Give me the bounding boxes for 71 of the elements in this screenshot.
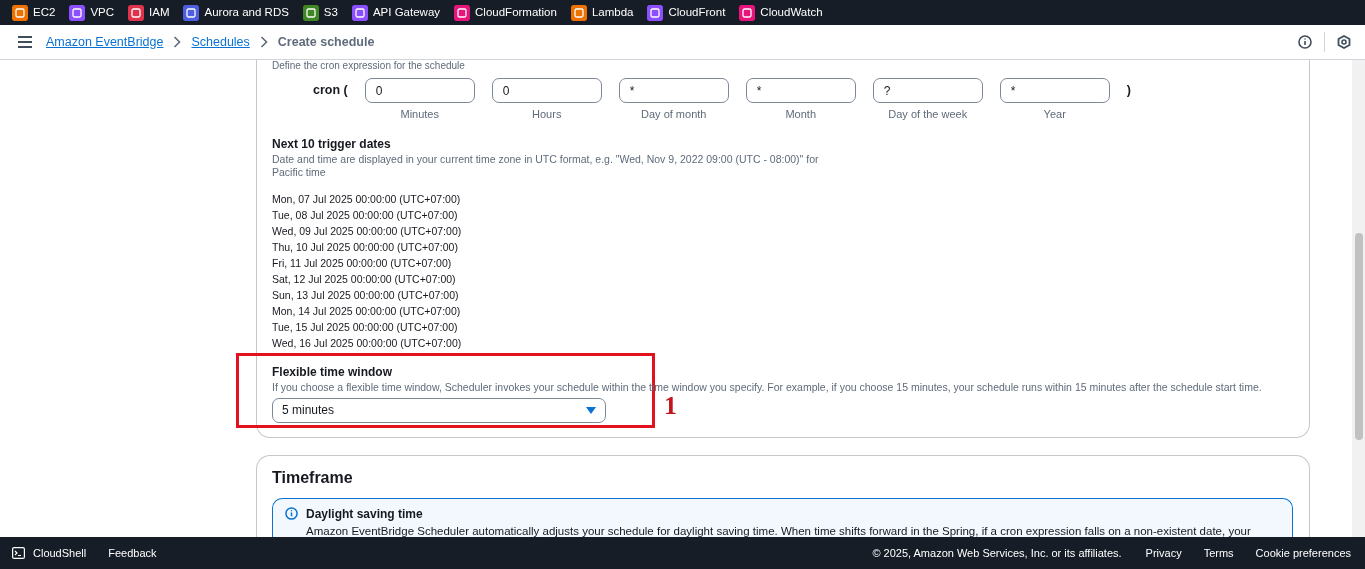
cron-field[interactable]: * xyxy=(618,78,729,103)
trigger-date: Sun, 13 Jul 2025 00:00:00 (UTC+07:00) xyxy=(272,287,460,303)
service-icon[interactable] xyxy=(454,4,471,21)
service-icon[interactable] xyxy=(183,4,200,21)
menu-icon[interactable] xyxy=(18,36,32,48)
info-icon[interactable] xyxy=(1298,35,1312,49)
cron-field[interactable]: 0 xyxy=(491,78,602,103)
service-link[interactable]: CloudFront xyxy=(668,3,726,22)
trigger-date: Wed, 16 Jul 2025 00:00:00 (UTC+07:00) xyxy=(272,335,463,351)
trigger-date: Thu, 10 Jul 2025 00:00:00 (UTC+07:00) xyxy=(272,239,459,255)
cron-field[interactable]: * xyxy=(745,78,856,103)
breadcrumb-current: Create schedule xyxy=(277,33,375,51)
service-link[interactable]: Lambda xyxy=(591,3,634,22)
service-icon[interactable] xyxy=(570,4,587,21)
footer-link[interactable]: Cookie preferences xyxy=(1255,544,1351,562)
section-title: Next 10 trigger dates xyxy=(272,135,392,153)
service-icon[interactable] xyxy=(302,4,319,21)
field-label: Minutes xyxy=(400,107,439,122)
service-link[interactable]: EC2 xyxy=(33,3,56,22)
copyright-text: © 2025, Amazon Web Services, Inc. or its affiliates. xyxy=(872,545,1122,561)
alert-title: Daylight saving time xyxy=(306,505,424,523)
cron-field[interactable]: * xyxy=(999,78,1110,103)
chevron-icon xyxy=(259,36,268,48)
settings-icon[interactable] xyxy=(1337,35,1351,49)
caret-icon xyxy=(586,406,596,414)
panel-title: Timeframe xyxy=(272,467,354,488)
info-icon xyxy=(285,506,298,520)
time-window-select[interactable]: 5 minutes xyxy=(272,397,606,423)
service-link[interactable]: S3 xyxy=(323,3,338,22)
breadcrumb-link[interactable]: Schedules xyxy=(191,32,250,52)
alert-text: Amazon EventBridge Scheduler automatically adjusts your schedule for daylight saving time. When time shifts forward in the Spring, if a cron expression falls on a non-existent date, your xyxy=(306,523,1251,537)
trigger-date: Tue, 15 Jul 2025 00:00:00 (UTC+07:00) xyxy=(272,319,459,335)
service-link[interactable]: CloudWatch xyxy=(760,3,823,22)
service-icon[interactable] xyxy=(128,4,145,21)
cron-field[interactable]: 0 xyxy=(364,78,475,103)
service-link[interactable]: API Gateway xyxy=(372,3,441,22)
field-label: Month xyxy=(785,107,816,122)
field-label: Day of the week xyxy=(888,107,968,122)
service-link[interactable]: CloudFormation xyxy=(475,3,557,22)
trigger-date: Mon, 14 Jul 2025 00:00:00 (UTC+07:00) xyxy=(272,303,462,319)
breadcrumb-link[interactable]: Amazon EventBridge xyxy=(46,32,164,52)
cron-description: Define the cron expression for the schedule xyxy=(272,60,466,72)
field-label: Year xyxy=(1043,107,1066,122)
trigger-date: Sat, 12 Jul 2025 00:00:00 (UTC+07:00) xyxy=(272,271,457,287)
service-link[interactable]: Aurora and RDS xyxy=(204,3,289,22)
trigger-date: Mon, 07 Jul 2025 00:00:00 (UTC+07:00) xyxy=(272,191,462,207)
feedback-link[interactable]: Feedback xyxy=(108,544,157,562)
service-icon[interactable] xyxy=(69,4,86,21)
trigger-date: Wed, 09 Jul 2025 00:00:00 (UTC+07:00) xyxy=(272,223,463,239)
trigger-date: Fri, 11 Jul 2025 00:00:00 (UTC+07:00) xyxy=(272,255,453,271)
chevron-icon xyxy=(173,36,182,48)
service-icon[interactable] xyxy=(739,4,756,21)
terminal-icon xyxy=(12,547,25,559)
trigger-date: Tue, 08 Jul 2025 00:00:00 (UTC+07:00) xyxy=(272,207,459,223)
field-label: Hours xyxy=(532,107,562,122)
service-icon[interactable] xyxy=(351,4,368,21)
service-icon[interactable] xyxy=(647,4,664,21)
annotation-number: 1 xyxy=(664,392,677,419)
section-description: Date and time are displayed in your current time zone in UTC format, e.g. "Wed, Nov 9, 2022 09:00 (UTC - 08:00)" for Pacific time xyxy=(272,152,820,179)
scrollbar[interactable] xyxy=(1352,60,1365,537)
service-link[interactable]: IAM xyxy=(149,3,170,22)
field-label: Day of month xyxy=(641,107,707,122)
cron-label: cron ( xyxy=(313,82,348,99)
cron-field[interactable]: ? xyxy=(872,78,983,103)
service-link[interactable]: VPC xyxy=(90,3,115,22)
service-icon[interactable] xyxy=(12,4,28,21)
footer-link[interactable]: Privacy xyxy=(1145,544,1182,562)
footer-link[interactable]: Terms xyxy=(1203,544,1234,562)
cron-label: ) xyxy=(1126,82,1131,99)
cloudshell-link[interactable]: CloudShell xyxy=(12,544,87,562)
section-title: Flexible time window xyxy=(272,363,394,381)
